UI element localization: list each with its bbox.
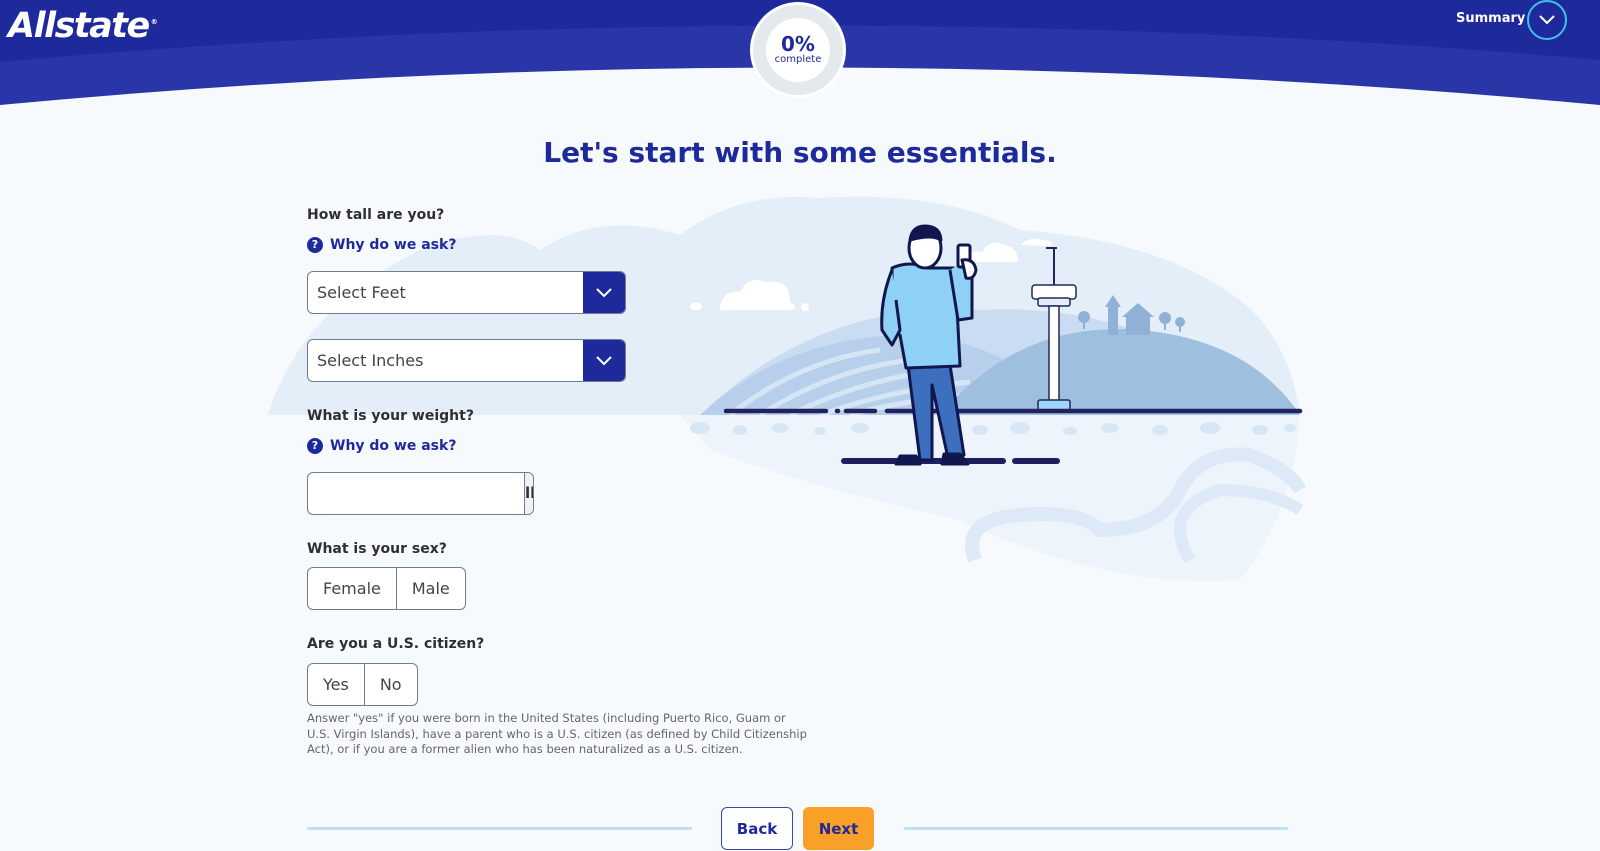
progress-label: complete [774,54,822,65]
progress-inner: 0% complete [766,18,830,82]
sex-option-male[interactable]: Male [395,568,465,609]
sex-question: What is your sex? [307,541,447,557]
registered-mark: ® [150,18,158,27]
inches-select-arrow[interactable] [583,340,625,381]
feet-select[interactable]: Select Feet [307,271,626,314]
citizen-toggle: Yes No [307,663,418,706]
feet-select-arrow[interactable] [583,272,625,313]
inches-select[interactable]: Select Inches [307,339,626,382]
height-question: How tall are you? [307,207,445,223]
header: Allstate ® 0% complete Summary [0,0,1600,110]
question-circle-icon: ? [307,237,323,253]
sex-toggle: Female Male [307,567,466,610]
summary-toggle-button[interactable] [1527,0,1567,40]
weight-unit-label: lbs [524,473,533,514]
allstate-logo[interactable]: Allstate ® [8,6,158,46]
feet-select-value: Select Feet [317,283,406,302]
weight-field: lbs [307,472,534,515]
chevron-down-icon [1539,15,1555,25]
logo-text: Allstate [8,6,150,46]
citizen-option-yes[interactable]: Yes [308,664,364,705]
weight-input[interactable] [308,473,524,514]
sex-option-female[interactable]: Female [308,568,396,609]
weight-why-link[interactable]: ? Why do we ask? [307,438,456,454]
divider-right [904,827,1288,830]
citizen-question: Are you a U.S. citizen? [307,636,485,652]
summary-label[interactable]: Summary [1456,11,1525,26]
chevron-down-icon [596,287,612,297]
progress-percent: 0% [781,32,815,56]
progress-indicator: 0% complete [750,2,846,98]
citizen-help-text: Answer "yes" if you were born in the Uni… [307,711,807,756]
page-title: Let's start with some essentials. [543,136,1057,169]
citizen-option-no[interactable]: No [363,664,417,705]
height-why-link[interactable]: ? Why do we ask? [307,237,456,253]
back-button[interactable]: Back [721,807,793,850]
weight-question: What is your weight? [307,408,474,424]
divider-left [307,827,692,830]
why-link-text: Why do we ask? [330,438,457,454]
next-button[interactable]: Next [803,807,874,850]
question-circle-icon: ? [307,438,323,454]
chevron-down-icon [596,355,612,365]
inches-select-value: Select Inches [317,351,424,370]
why-link-text: Why do we ask? [330,237,457,253]
